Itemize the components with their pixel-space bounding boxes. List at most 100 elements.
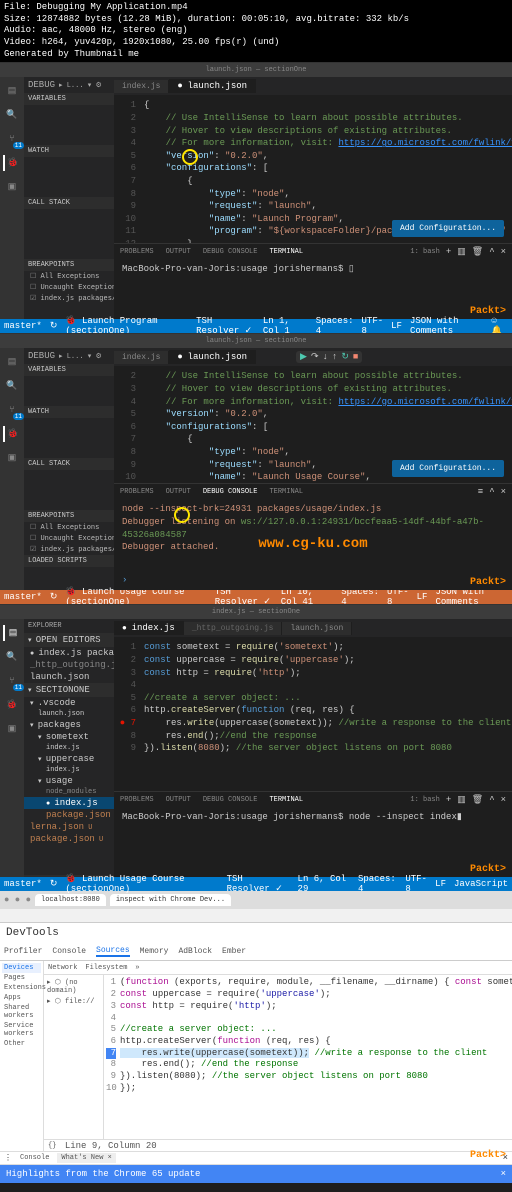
variables-section[interactable]: VARIABLES xyxy=(24,93,114,105)
bp-all-exceptions[interactable]: All Exceptions xyxy=(24,522,114,533)
scm-icon[interactable]: ⑂ xyxy=(4,402,20,418)
terminal-trash-icon[interactable]: 🗑 xyxy=(472,247,483,257)
debug-console[interactable]: www.cg-ku.com node --inspect-brk=24931 p… xyxy=(114,499,512,590)
terminal-add-icon[interactable]: + xyxy=(446,247,451,257)
tab-index[interactable]: ● index.js xyxy=(114,621,184,635)
output-tab[interactable]: OUTPUT xyxy=(166,488,191,496)
tree-idx3[interactable]: ● index.js xyxy=(24,797,114,809)
problems-tab[interactable]: PROBLEMS xyxy=(120,488,154,496)
shared-workers-item[interactable]: Shared workers xyxy=(2,1003,41,1021)
banner-close-icon[interactable]: × xyxy=(501,1169,506,1179)
tree-uppercase[interactable]: ▾ uppercase xyxy=(24,753,114,765)
nav-nodomain[interactable]: ▸ ⬡ (no domain) xyxy=(46,977,101,996)
open-editors-section[interactable]: ▾ OPEN EDITORS xyxy=(24,633,114,647)
service-workers-item[interactable]: Service workers xyxy=(2,1021,41,1039)
scm-icon[interactable]: ⑂ xyxy=(4,673,20,689)
tab-launch[interactable]: ● launch.json xyxy=(169,79,256,93)
callstack-section[interactable]: CALL STACK xyxy=(24,197,114,209)
breakpoints-section[interactable]: BREAKPOINTS xyxy=(24,510,114,522)
add-configuration-button[interactable]: Add Configuration... xyxy=(392,220,504,237)
search-icon[interactable]: 🔍 xyxy=(4,378,20,394)
oe-index[interactable]: ● index.js packages/u... xyxy=(24,647,114,659)
add-configuration-button[interactable]: Add Configuration... xyxy=(392,460,504,477)
extensions-icon[interactable]: ▣ xyxy=(4,721,20,737)
tree-packages[interactable]: ▾ packages xyxy=(24,719,114,731)
nav-file[interactable]: ▸ ⬡ file:// xyxy=(46,996,101,1007)
debug-icon[interactable]: 🐞 xyxy=(4,697,20,713)
console-tab[interactable]: Console xyxy=(52,947,86,956)
step-over-icon[interactable]: ↷ xyxy=(311,352,319,362)
step-into-icon[interactable]: ↓ xyxy=(323,352,328,362)
variables-section[interactable]: VARIABLES xyxy=(24,364,114,376)
bp-all-exceptions[interactable]: All Exceptions xyxy=(24,271,114,282)
tree-launch[interactable]: launch.json xyxy=(24,709,114,719)
devices-item[interactable]: Devices xyxy=(2,963,41,973)
tab-launch[interactable]: launch.json xyxy=(282,622,352,635)
debug-console-tab[interactable]: DEBUG CONSOLE xyxy=(203,248,258,256)
tree-pkg2[interactable]: package.json U xyxy=(24,833,114,845)
scm-icon[interactable]: ⑂ xyxy=(4,131,20,147)
watch-section[interactable]: WATCH xyxy=(24,406,114,418)
source-editor[interactable]: 1(function (exports, require, module, __… xyxy=(104,975,512,1139)
terminal-tab[interactable]: TERMINAL xyxy=(269,248,303,256)
tree-idx1[interactable]: index.js xyxy=(24,743,114,753)
filesystem-subtab[interactable]: Filesystem xyxy=(85,964,127,972)
debug-console-tab[interactable]: DEBUG CONSOLE xyxy=(203,488,258,496)
terminal-tab[interactable]: TERMINAL xyxy=(269,488,303,496)
files-icon[interactable]: ▤ xyxy=(3,625,19,641)
tree-sometext[interactable]: ▾ sometext xyxy=(24,731,114,743)
panel-close-icon[interactable]: × xyxy=(501,487,506,497)
watch-section[interactable]: WATCH xyxy=(24,145,114,157)
callstack-section[interactable]: CALL STACK xyxy=(24,458,114,470)
debug-icon[interactable]: 🐞 xyxy=(3,155,19,171)
profiler-tab[interactable]: Profiler xyxy=(4,947,42,956)
panel-max-icon[interactable]: ^ xyxy=(489,487,494,497)
tab-index[interactable]: index.js xyxy=(114,351,169,364)
terminal-split-icon[interactable]: ▥ xyxy=(457,247,466,257)
step-out-icon[interactable]: ↑ xyxy=(332,352,337,362)
search-icon[interactable]: 🔍 xyxy=(4,107,20,123)
code-editor[interactable]: 1{ 2 // Use IntelliSense to learn about … xyxy=(114,95,512,243)
tab-index[interactable]: index.js xyxy=(114,80,169,93)
continue-icon[interactable]: ▶ xyxy=(300,352,307,362)
terminal[interactable]: MacBook-Pro-van-Joris:usage jorishermans… xyxy=(114,807,512,877)
sources-tab[interactable]: Sources xyxy=(96,946,130,957)
oe-launch[interactable]: launch.json xyxy=(24,671,114,683)
loaded-scripts-section[interactable]: LOADED SCRIPTS xyxy=(24,555,114,567)
bp-index[interactable]: index.js packages/... xyxy=(24,544,114,555)
tab-http[interactable]: _http_outgoing.js xyxy=(184,622,283,635)
extensions-item[interactable]: Extensions xyxy=(2,983,41,993)
browser-tab-2[interactable]: inspect with Chrome Dev... xyxy=(110,894,231,906)
tree-nm[interactable]: node_modules xyxy=(24,787,114,797)
adblock-tab[interactable]: AdBlock xyxy=(178,947,212,956)
memory-tab[interactable]: Memory xyxy=(140,947,169,956)
browser-tab-1[interactable]: localhost:8080 xyxy=(35,894,106,906)
network-subtab[interactable]: Network xyxy=(48,964,77,972)
terminal-max-icon[interactable]: ^ xyxy=(489,247,494,257)
files-icon[interactable]: ▤ xyxy=(4,83,20,99)
extensions-icon[interactable]: ▣ xyxy=(4,179,20,195)
stop-icon[interactable]: ■ xyxy=(353,352,358,362)
bp-uncaught[interactable]: Uncaught Exceptions xyxy=(24,533,114,544)
problems-tab[interactable]: PROBLEMS xyxy=(120,248,154,256)
bp-uncaught[interactable]: Uncaught Exceptions xyxy=(24,282,114,293)
pages-item[interactable]: Pages xyxy=(2,973,41,983)
tree-pkg1[interactable]: package.json U xyxy=(24,809,114,821)
oe-http[interactable]: _http_outgoing.js xyxy=(24,659,114,671)
breakpoints-section[interactable]: BREAKPOINTS xyxy=(24,259,114,271)
tree-lerna[interactable]: lerna.json U xyxy=(24,821,114,833)
ember-tab[interactable]: Ember xyxy=(222,947,246,956)
files-icon[interactable]: ▤ xyxy=(4,354,20,370)
clear-icon[interactable]: ≡ xyxy=(478,487,483,497)
tab-launch[interactable]: ● launch.json xyxy=(169,350,256,364)
restart-icon[interactable]: ↻ xyxy=(341,352,349,362)
tree-idx2[interactable]: index.js xyxy=(24,765,114,775)
bp-index[interactable]: index.js packages/... xyxy=(24,293,114,304)
drawer-console-tab[interactable]: Console xyxy=(20,1154,49,1162)
terminal[interactable]: MacBook-Pro-van-Joris:usage jorishermans… xyxy=(114,259,512,319)
tree-usage[interactable]: ▾ usage xyxy=(24,775,114,787)
code-editor[interactable]: 2 // Use IntelliSense to learn about pos… xyxy=(114,366,512,483)
other-item[interactable]: Other xyxy=(2,1039,41,1049)
tree-vscode[interactable]: ▾ .vscode xyxy=(24,697,114,709)
terminal-close-icon[interactable]: × xyxy=(501,247,506,257)
